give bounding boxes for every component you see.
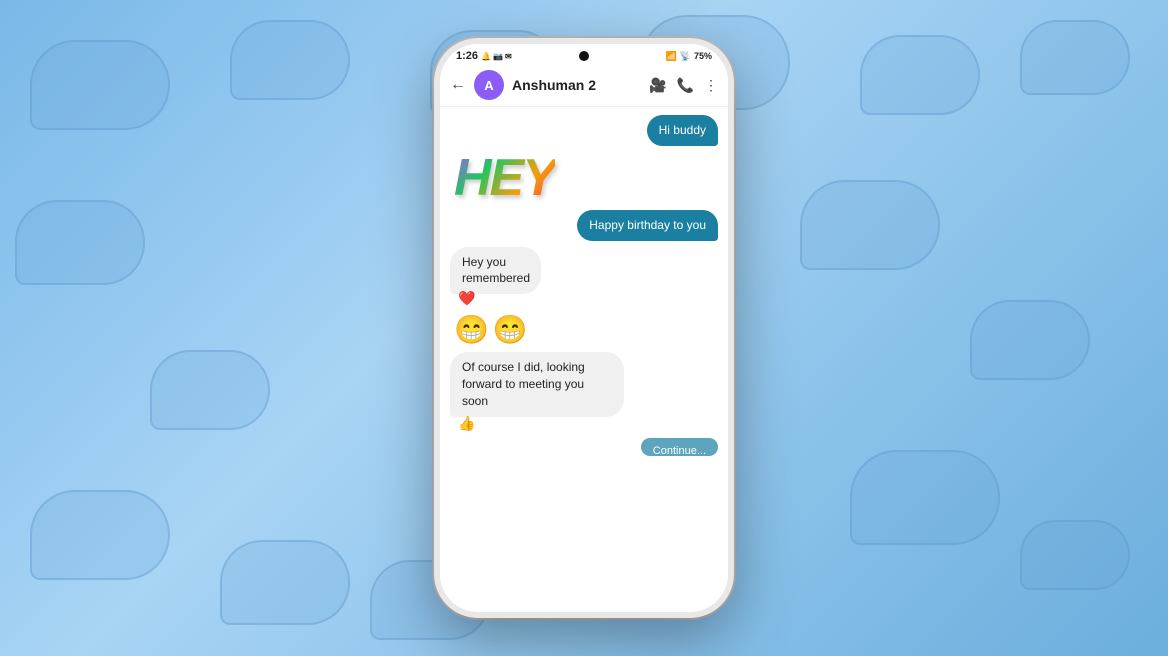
message-text: Hi buddy [659, 123, 706, 137]
thumbs-up-reaction: 👍 [458, 415, 718, 432]
hey-sticker: HEY [450, 152, 555, 204]
signal-icon: 📡 [680, 51, 691, 62]
status-notification-icons: 🔔 📷 ✉ [481, 52, 512, 61]
partial-text: Continue... [653, 445, 706, 456]
more-options-button[interactable]: ⋮ [704, 77, 718, 94]
contact-name: Anshuman 2 [512, 77, 641, 93]
status-bar-right: 📶 📡 75% [666, 51, 712, 62]
status-bar: 1:26 🔔 📷 ✉ 📶 📡 75% [440, 44, 728, 64]
heart-reaction: ❤️ [458, 290, 589, 307]
mail-icon: ✉ [505, 52, 512, 61]
message-row-emoji: 😁 😁 [450, 313, 718, 346]
back-button[interactable]: ← [450, 76, 466, 94]
message-bubble-sent: Hi buddy [647, 115, 718, 146]
camera-cutout [579, 51, 589, 61]
message-bubble-sent: Happy birthday to you [577, 210, 718, 241]
app-bar: ← A Anshuman 2 🎥 📞 ⋮ [440, 64, 728, 107]
message-row: Happy birthday to you [450, 210, 718, 241]
phone-call-button[interactable]: 📞 [677, 77, 694, 94]
grinning-emoji: 😁 [454, 313, 489, 346]
contact-avatar: A [474, 70, 504, 100]
partial-message-bubble: Continue... [641, 438, 718, 456]
camera-icon: 📷 [493, 52, 503, 61]
message-row: Of course I did, looking forward to meet… [450, 352, 718, 431]
status-time: 1:26 [456, 50, 478, 62]
message-text: Of course I did, looking forward to meet… [462, 360, 585, 408]
battery-level: 75% [694, 51, 712, 61]
message-bubble-received: Hey you remembered [450, 247, 541, 295]
message-with-thumbs-up: Of course I did, looking forward to meet… [450, 352, 718, 431]
emoji-message: 😁 😁 [454, 313, 528, 346]
grinning-emoji-2: 😁 [493, 313, 528, 346]
phone-device: 1:26 🔔 📷 ✉ 📶 📡 75% ← A Anshuman 2 🎥 📞 [434, 38, 734, 618]
video-call-button[interactable]: 🎥 [649, 77, 666, 94]
app-bar-actions: 🎥 📞 ⋮ [649, 77, 718, 94]
message-row-sticker: HEY [450, 152, 718, 204]
message-row: Hey you remembered ❤️ [450, 247, 718, 308]
message-bubble-received: Of course I did, looking forward to meet… [450, 352, 624, 416]
message-row-partial: Continue... [450, 438, 718, 456]
status-bar-left: 1:26 🔔 📷 ✉ [456, 50, 512, 62]
phone-screen: 1:26 🔔 📷 ✉ 📶 📡 75% ← A Anshuman 2 🎥 📞 [440, 44, 728, 612]
wifi-icon: 📶 [666, 51, 677, 62]
message-row: Hi buddy [450, 115, 718, 146]
message-text: Hey you remembered [462, 255, 530, 286]
message-text: Happy birthday to you [589, 218, 706, 232]
message-with-reaction: Hey you remembered ❤️ [450, 247, 589, 308]
bell-icon: 🔔 [481, 52, 491, 61]
messages-area: Hi buddy HEY Happy birthday to you He [440, 107, 728, 612]
